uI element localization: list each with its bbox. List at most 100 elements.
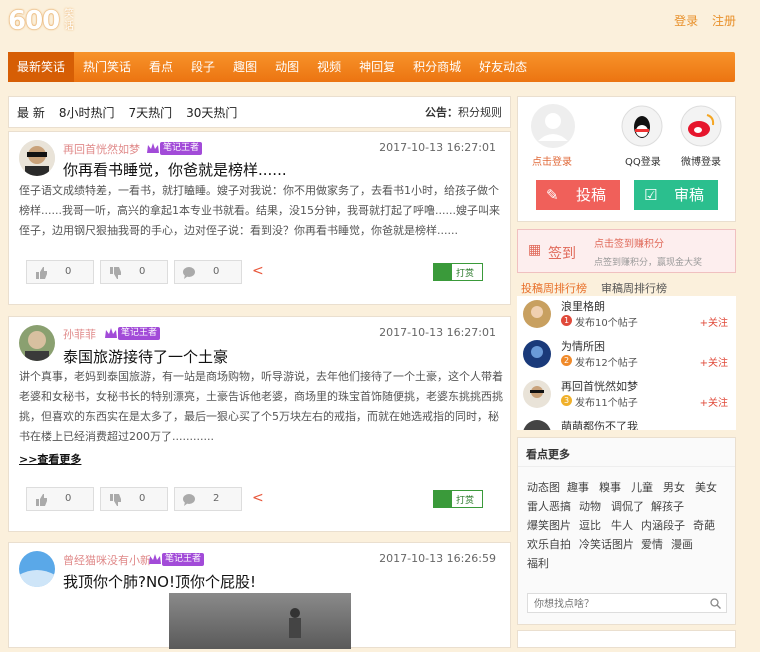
rank-username[interactable]: 浪里格朗 bbox=[561, 298, 605, 314]
follow-button[interactable]: +关注 bbox=[700, 394, 728, 409]
signin-hint[interactable]: 点击签到赚积分 bbox=[594, 235, 664, 250]
comment-button[interactable]: 0 bbox=[174, 260, 242, 284]
reward-button[interactable]: 打赏 bbox=[433, 263, 483, 281]
tag-item[interactable]: 美女 bbox=[695, 479, 717, 495]
list-item: 萌萌都伤不了我 bbox=[517, 416, 736, 430]
nav-item-video[interactable]: 视频 bbox=[308, 52, 350, 82]
tag-item[interactable]: 内涵段子 bbox=[641, 517, 685, 533]
rank-username[interactable]: 为情所困 bbox=[561, 338, 605, 354]
tab-post-rank[interactable]: 投稿周排行榜 bbox=[521, 280, 587, 296]
divider bbox=[518, 466, 735, 467]
avatar[interactable] bbox=[19, 140, 55, 176]
search-icon[interactable] bbox=[710, 598, 721, 609]
share-icon[interactable]: < bbox=[252, 263, 264, 279]
nav-item-shenhuifu[interactable]: 神回复 bbox=[350, 52, 404, 82]
dislike-count: 0 bbox=[139, 493, 146, 504]
search-input[interactable] bbox=[532, 595, 706, 613]
nav-item-hot[interactable]: 热门笑话 bbox=[74, 52, 140, 82]
like-button[interactable]: 0 bbox=[26, 260, 94, 284]
site-logo[interactable]: 600 笑话 bbox=[8, 6, 80, 40]
share-icon[interactable]: < bbox=[252, 490, 264, 506]
post-submit-button[interactable]: ✎ 投稿 bbox=[536, 180, 620, 210]
qq-icon[interactable] bbox=[621, 105, 663, 147]
reward-button[interactable]: 打赏 bbox=[433, 490, 483, 508]
rank-number: 1 bbox=[561, 315, 572, 326]
tag-item[interactable]: 爆笑图片 bbox=[527, 517, 571, 533]
weibo-login-label[interactable]: 微博登录 bbox=[681, 153, 721, 168]
follow-button[interactable]: +关注 bbox=[700, 314, 728, 329]
tag-item[interactable]: 奇葩 bbox=[693, 517, 715, 533]
tab-review-rank[interactable]: 审稿周排行榜 bbox=[601, 280, 667, 296]
tag-item[interactable]: 儿童 bbox=[631, 479, 653, 495]
rank-number: 3 bbox=[561, 395, 572, 406]
notice-link[interactable]: 积分规则 bbox=[458, 106, 502, 119]
nav-item-latest[interactable]: 最新笑话 bbox=[8, 52, 75, 82]
dislike-button[interactable]: 0 bbox=[100, 487, 168, 511]
user-badge: 笔记王者 bbox=[160, 142, 203, 155]
comment-button[interactable]: 2 bbox=[174, 487, 242, 511]
tab-30d[interactable]: 30天热门 bbox=[186, 97, 237, 129]
tag-item[interactable]: 欢乐自拍 bbox=[527, 536, 571, 552]
tag-item[interactable]: 趣事 bbox=[567, 479, 589, 495]
post-title[interactable]: 泰国旅游接待了一个土豪 bbox=[63, 346, 228, 367]
follow-button[interactable]: +关注 bbox=[700, 354, 728, 369]
register-link[interactable]: 注册 bbox=[712, 14, 736, 28]
avatar[interactable] bbox=[523, 420, 551, 430]
post-title[interactable]: 我顶你个肺?NO!顶你个屁股! bbox=[63, 571, 256, 592]
nav-item-kandian[interactable]: 看点 bbox=[140, 52, 182, 82]
login-panel: 点击登录 QQ登录 微博登录 ✎ 投稿 ☑ 审稿 bbox=[517, 96, 736, 222]
notice: 公告：积分规则 bbox=[425, 97, 502, 129]
tag-item[interactable]: 爱情 bbox=[641, 536, 663, 552]
tag-item[interactable]: 冷笑话图片 bbox=[579, 536, 634, 552]
dislike-button[interactable]: 0 bbox=[100, 260, 168, 284]
tag-item[interactable]: 牛人 bbox=[611, 517, 633, 533]
tag-item[interactable]: 雷人恶搞 bbox=[527, 498, 571, 514]
nav-item-dongtu[interactable]: 动图 bbox=[266, 52, 308, 82]
tag-item[interactable]: 调侃了 bbox=[611, 498, 644, 514]
rank-username[interactable]: 萌萌都伤不了我 bbox=[561, 418, 638, 430]
rank-username[interactable]: 再回首恍然如梦 bbox=[561, 378, 638, 394]
tab-7d[interactable]: 7天热门 bbox=[128, 97, 172, 129]
nav-item-qutu[interactable]: 趣图 bbox=[224, 52, 266, 82]
tag-item[interactable]: 动态图 bbox=[527, 479, 560, 495]
comment-count: 0 bbox=[213, 266, 220, 277]
tag-item[interactable]: 解孩子 bbox=[651, 498, 684, 514]
nav-item-friends[interactable]: 好友动态 bbox=[470, 52, 536, 82]
default-avatar-icon[interactable] bbox=[530, 103, 576, 149]
thumb-down-icon bbox=[110, 267, 121, 279]
avatar[interactable] bbox=[523, 340, 551, 368]
like-count: 0 bbox=[65, 493, 72, 504]
post-image-figure bbox=[289, 608, 301, 638]
like-button[interactable]: 0 bbox=[26, 487, 94, 511]
tag-item[interactable]: 男女 bbox=[663, 479, 685, 495]
read-more-link[interactable]: >>查看更多 bbox=[19, 451, 81, 467]
login-link[interactable]: 点击登录 bbox=[532, 153, 572, 168]
tag-item[interactable]: 福利 bbox=[527, 555, 549, 571]
avatar[interactable] bbox=[19, 551, 55, 587]
qq-login-label[interactable]: QQ登录 bbox=[625, 153, 661, 168]
tag-item[interactable]: 动物 bbox=[579, 498, 601, 514]
review-button[interactable]: ☑ 审稿 bbox=[634, 180, 718, 210]
tag-item[interactable]: 糗事 bbox=[599, 479, 621, 495]
nav-item-shop[interactable]: 积分商城 bbox=[404, 52, 470, 82]
login-link[interactable]: 登录 bbox=[674, 14, 698, 28]
post-image[interactable] bbox=[169, 593, 351, 649]
avatar[interactable] bbox=[19, 325, 55, 361]
main-nav: 最新笑话 热门笑话 看点 段子 趣图 动图 视频 神回复 积分商城 好友动态 bbox=[8, 52, 735, 82]
list-item: 为情所困 2 发布12个帖子 +关注 bbox=[517, 336, 736, 376]
post-username[interactable]: 再回首恍然如梦 bbox=[63, 141, 140, 157]
weibo-icon[interactable] bbox=[680, 105, 722, 147]
thumb-down-icon bbox=[110, 494, 121, 506]
tab-latest[interactable]: 最 新 bbox=[17, 97, 45, 129]
signin-button[interactable]: 签到 bbox=[548, 243, 576, 263]
post-title[interactable]: 你再看书睡觉，你爸就是榜样...... bbox=[63, 159, 287, 180]
avatar[interactable] bbox=[523, 380, 551, 408]
tag-item[interactable]: 逗比 bbox=[579, 517, 601, 533]
nav-item-duanzi[interactable]: 段子 bbox=[182, 52, 224, 82]
avatar[interactable] bbox=[523, 300, 551, 328]
tab-8h[interactable]: 8小时热门 bbox=[59, 97, 115, 129]
post-username[interactable]: 孙菲菲 bbox=[63, 326, 96, 342]
tag-item[interactable]: 漫画 bbox=[671, 536, 693, 552]
post-username[interactable]: 曾经猫咪没有小新 bbox=[63, 552, 151, 568]
search-box bbox=[527, 593, 727, 613]
